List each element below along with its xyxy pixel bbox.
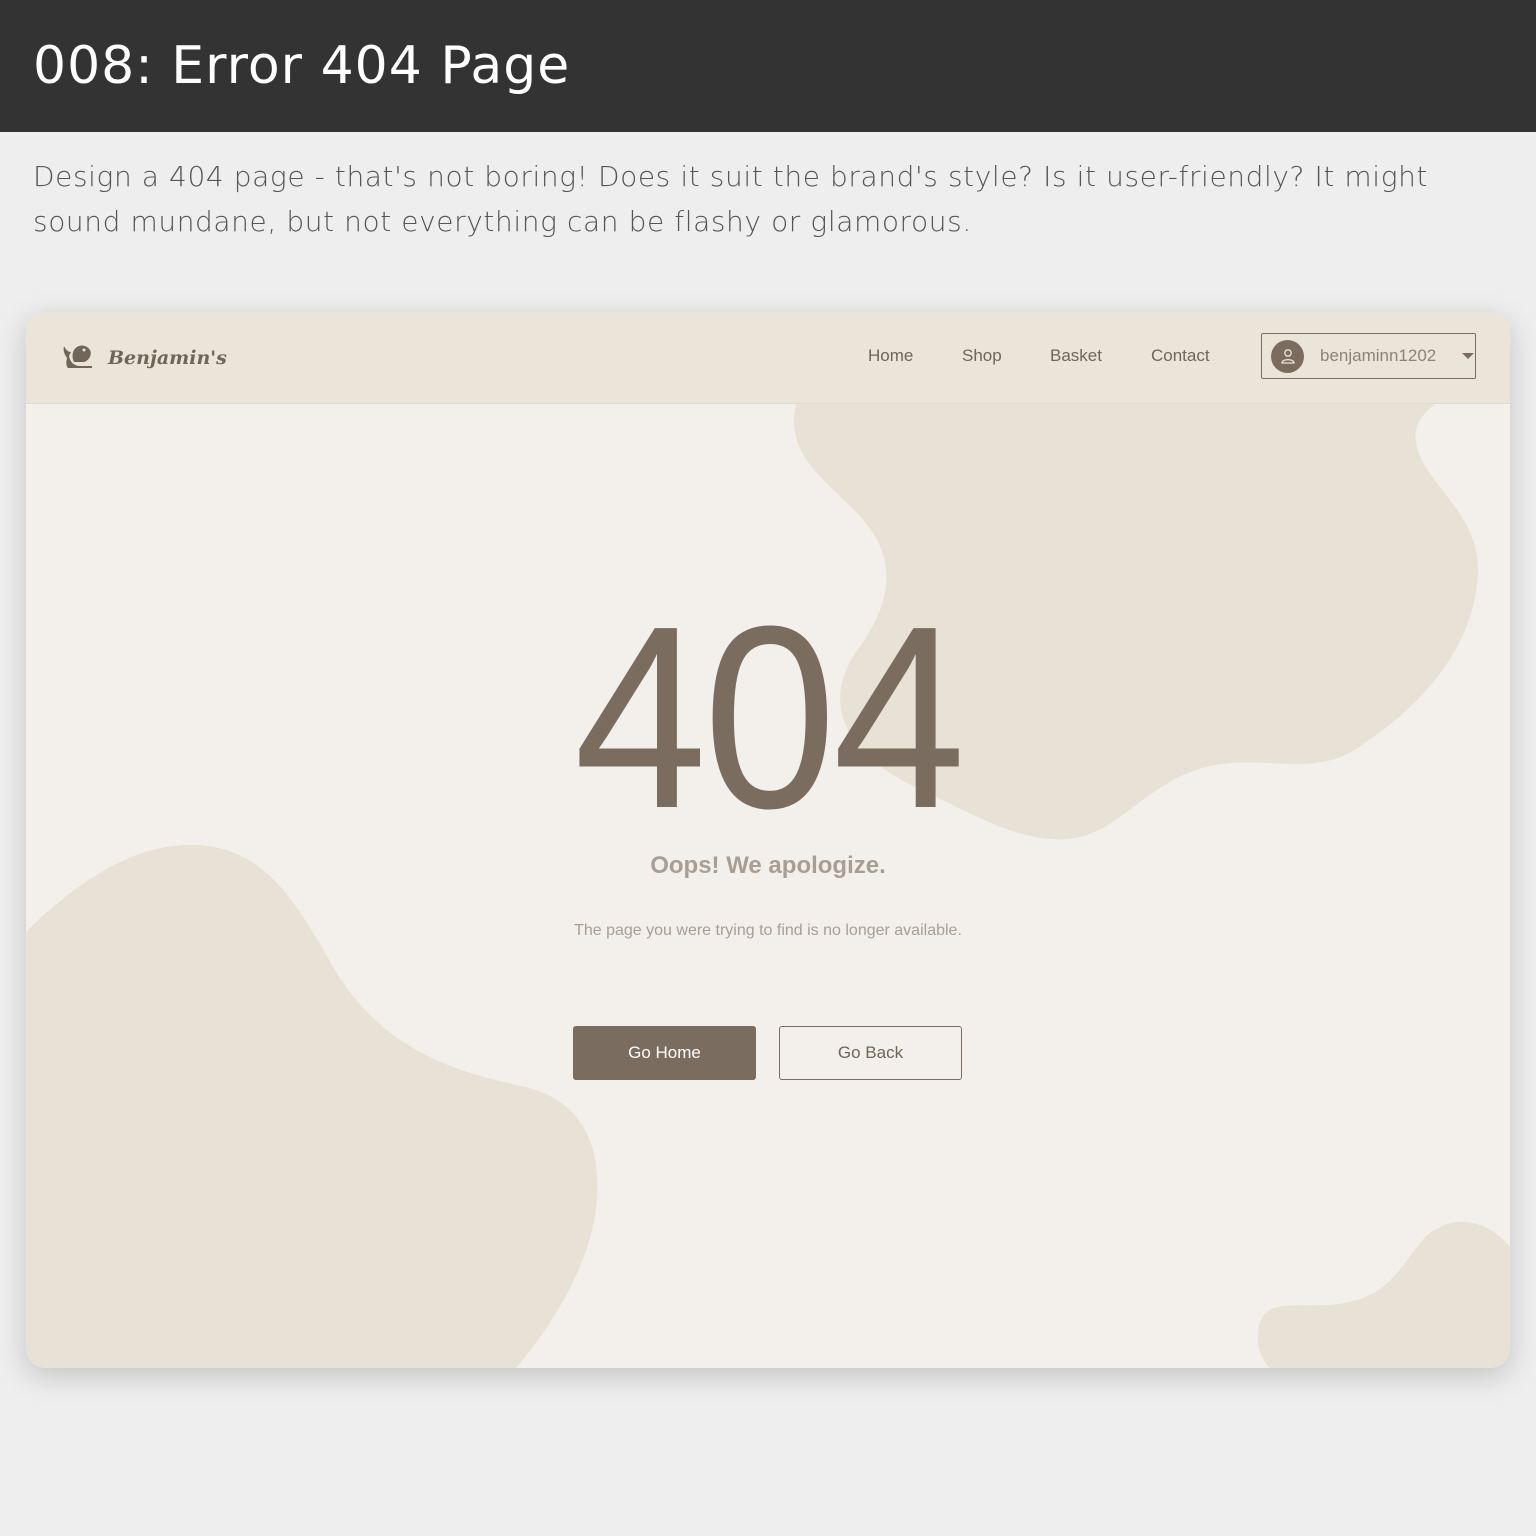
error-message: The page you were trying to find is no l… [574,922,962,939]
brand-name: Benjamin's [108,347,227,369]
challenge-description: Design a 404 page - that's not boring! D… [33,160,1429,238]
nav-contact[interactable]: Contact [1151,346,1210,366]
nav-home[interactable]: Home [868,346,913,366]
user-icon [1280,349,1295,364]
page-title: 008: Error 404 Page [33,36,571,96]
nav-shop[interactable]: Shop [962,346,1002,366]
site-navbar: Benjamin's Home Shop Basket Contact benj… [26,312,1510,404]
bottom-right-blob [1257,1221,1510,1368]
error-code: 404 [573,573,966,863]
brand-logo[interactable]: Benjamin's [60,338,227,378]
nav-basket[interactable]: Basket [1050,346,1102,366]
user-account-dropdown[interactable]: benjaminn1202 [1261,333,1476,379]
username: benjaminn1202 [1320,346,1437,365]
avatar [1271,339,1304,373]
error-heading: Oops! We apologize. [650,852,886,879]
go-home-button[interactable]: Go Home [573,1026,756,1080]
top-banner: 008: Error 404 Page [0,0,1536,132]
caret-down-icon [1462,353,1474,359]
website-mockup: Benjamin's Home Shop Basket Contact benj… [26,312,1510,1368]
bottom-left-blob [26,844,598,1368]
bird-icon [63,345,92,368]
go-back-button[interactable]: Go Back [779,1026,962,1080]
